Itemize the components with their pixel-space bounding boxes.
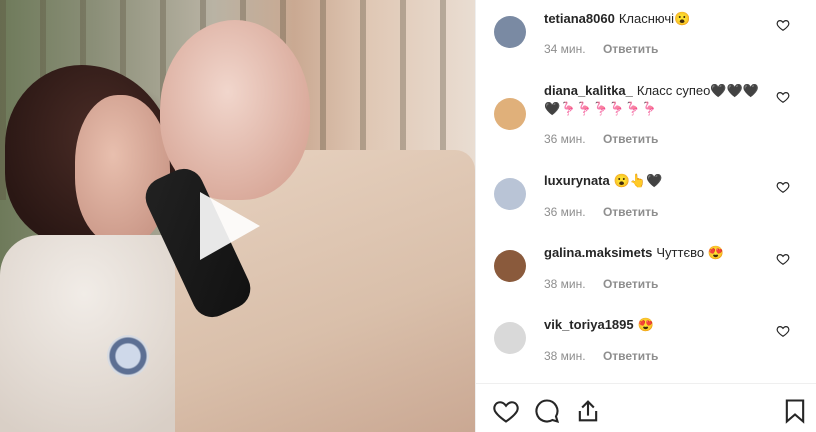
heart-icon[interactable] (776, 18, 790, 32)
comment-icon[interactable] (533, 397, 561, 425)
comment-meta: 38 мин. Ответить (544, 349, 658, 363)
comment-meta: 34 мин. Ответить (544, 42, 658, 56)
comment-text: vik_toriya1895 😍 (544, 316, 769, 334)
comment-text: luxurynata 😮👆🖤 (544, 172, 769, 190)
comment-list: tetiana8060 Класнючі😮 34 мин. Ответить di… (476, 0, 816, 380)
comment-body: 😍 (637, 317, 654, 332)
comment-meta: 38 мин. Ответить (544, 277, 658, 291)
comment-time: 36 мин. (544, 132, 586, 146)
comment-time: 36 мин. (544, 205, 586, 219)
comment-meta: 36 мин. Ответить (544, 132, 658, 146)
comment-body: 😮👆🖤 (613, 173, 663, 188)
avatar[interactable] (494, 98, 526, 130)
bookmark-icon[interactable] (781, 397, 809, 425)
comment-meta: 36 мин. Ответить (544, 205, 658, 219)
comment-username[interactable]: vik_toriya1895 (544, 317, 634, 332)
share-icon[interactable] (574, 397, 602, 425)
reply-button[interactable]: Ответить (603, 277, 658, 291)
heart-icon[interactable] (776, 252, 790, 266)
wristwatch (107, 335, 149, 377)
comment-username[interactable]: diana_kalitka_ (544, 83, 633, 98)
reply-button[interactable]: Ответить (603, 132, 658, 146)
comment-body: Чуттєво 😍 (656, 245, 724, 260)
comment-text: galina.maksimets Чуттєво 😍 (544, 244, 769, 262)
heart-icon[interactable] (776, 324, 790, 338)
comment-body: Класнючі😮 (618, 11, 691, 26)
comment-text: tetiana8060 Класнючі😮 (544, 10, 769, 28)
avatar[interactable] (494, 250, 526, 282)
comment-time: 38 мин. (544, 277, 586, 291)
reply-button[interactable]: Ответить (603, 205, 658, 219)
play-icon[interactable] (196, 190, 262, 262)
comment-username[interactable]: luxurynata (544, 173, 610, 188)
reply-button[interactable]: Ответить (603, 349, 658, 363)
comment-time: 34 мин. (544, 42, 586, 56)
avatar[interactable] (494, 178, 526, 210)
action-bar (476, 383, 816, 432)
video-player[interactable] (0, 0, 475, 432)
avatar[interactable] (494, 16, 526, 48)
avatar[interactable] (494, 322, 526, 354)
heart-icon[interactable] (776, 90, 790, 104)
heart-icon[interactable] (776, 180, 790, 194)
comment-username[interactable]: galina.maksimets (544, 245, 652, 260)
comment-time: 38 мин. (544, 349, 586, 363)
reply-button[interactable]: Ответить (603, 42, 658, 56)
comments-panel: tetiana8060 Класнючі😮 34 мин. Ответить di… (475, 0, 816, 432)
heart-icon[interactable] (492, 397, 520, 425)
comment-username[interactable]: tetiana8060 (544, 11, 615, 26)
comment-text: diana_kalitka_ Класс супео🖤🖤🖤🖤🦩🦩🦩🦩🦩🦩 (544, 82, 769, 118)
